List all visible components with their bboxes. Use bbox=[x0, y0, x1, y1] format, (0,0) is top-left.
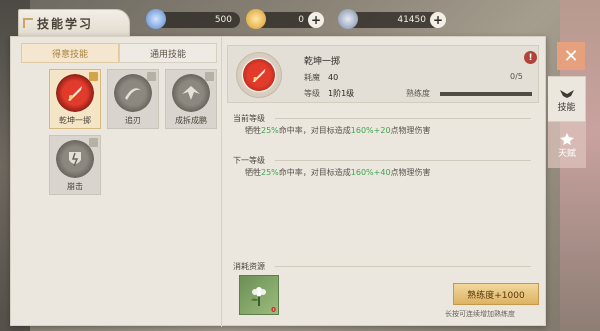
herb-item-slot[interactable]: 0 bbox=[239, 275, 279, 315]
tab-label: 通用技能 bbox=[149, 49, 186, 60]
window-title: 技能学习 bbox=[37, 16, 94, 31]
silver-value: 41450 bbox=[397, 15, 426, 25]
skill-list-area: 得意技能 通用技能 乾坤一掷 追刃 成拆成鹏 崩击 bbox=[21, 43, 217, 319]
skill-name: 乾坤一掷 bbox=[59, 116, 91, 125]
next-level-title: 下一等级 bbox=[233, 156, 265, 165]
side-tab-skills[interactable]: 技能 bbox=[548, 76, 586, 122]
proficiency-label: 熟练度 bbox=[406, 89, 430, 98]
panel-divider bbox=[221, 37, 222, 327]
cost-resources-title: 消耗资源 bbox=[233, 262, 265, 271]
skill-title: 乾坤一掷 bbox=[304, 57, 341, 67]
gold-value: 0 bbox=[298, 15, 304, 25]
skill-name: 成拆成鹏 bbox=[175, 116, 207, 125]
silver-counter: 41450 + bbox=[338, 9, 446, 29]
desc-text: 命中率，对目标造成 bbox=[278, 126, 351, 135]
desc-highlight: 160%+40 bbox=[350, 168, 391, 177]
desc-text: 点物理伤害 bbox=[390, 126, 431, 135]
section-divider bbox=[275, 160, 531, 161]
skill-badge bbox=[89, 138, 98, 147]
bird-crest-icon bbox=[559, 89, 574, 98]
side-tab-talent[interactable]: 天赋 bbox=[548, 122, 586, 168]
level-label: 等级 bbox=[304, 89, 320, 98]
info-alert-icon[interactable]: ! bbox=[524, 51, 537, 64]
diamond-icon bbox=[146, 9, 166, 29]
title-corner-decoration bbox=[23, 18, 33, 28]
proficiency-value: 0/5 bbox=[510, 72, 523, 81]
skill-card-qiankun[interactable]: 乾坤一掷 bbox=[49, 69, 101, 129]
skill-detail-area: 乾坤一掷 耗魔 40 等级 1阶1级 熟练度 0/5 ! 当前等级 牺牲25%命中率… bbox=[223, 43, 543, 321]
mana-cost-label: 耗魔 bbox=[304, 73, 320, 82]
current-level-title: 当前等级 bbox=[233, 114, 265, 123]
mana-cost-row: 耗魔 40 bbox=[304, 72, 338, 83]
close-button[interactable]: ✕ bbox=[557, 42, 585, 70]
diamond-counter: 500 bbox=[146, 9, 240, 29]
skill-name: 追刃 bbox=[125, 116, 141, 125]
desc-text: 牺牲 bbox=[245, 168, 261, 177]
next-level-description: 牺牲25%命中率，对目标造成160%+40点物理伤害 bbox=[245, 167, 431, 178]
skill-card-chengpeng[interactable]: 成拆成鹏 bbox=[165, 69, 217, 129]
add-proficiency-label: 熟练度+1000 bbox=[467, 290, 525, 301]
side-tab-label: 技能 bbox=[557, 102, 576, 113]
thrown-blade-skill-icon bbox=[236, 52, 282, 98]
tab-common-skills[interactable]: 通用技能 bbox=[119, 43, 217, 63]
long-press-hint: 长按可连续增加熟练度 bbox=[445, 310, 515, 318]
skill-badge bbox=[89, 72, 98, 81]
skill-grid: 乾坤一掷 追刃 成拆成鹏 崩击 bbox=[21, 63, 217, 195]
skill-badge bbox=[147, 72, 156, 81]
skill-card-zhuiren[interactable]: 追刃 bbox=[107, 69, 159, 129]
skill-panel: 得意技能 通用技能 乾坤一掷 追刃 成拆成鹏 崩击 乾坤一掷 耗魔 40 等级 … bbox=[10, 36, 546, 327]
skill-detail-header: 乾坤一掷 耗魔 40 等级 1阶1级 熟练度 0/5 ! bbox=[227, 45, 539, 103]
close-icon: ✕ bbox=[563, 45, 579, 67]
tab-label: 得意技能 bbox=[51, 49, 88, 60]
talent-crest-icon bbox=[560, 132, 574, 145]
desc-text: 点物理伤害 bbox=[390, 168, 431, 177]
skill-card-bengji[interactable]: 崩击 bbox=[49, 135, 101, 195]
level-row: 等级 1阶1级 bbox=[304, 88, 354, 99]
skill-badge bbox=[205, 72, 214, 81]
desc-highlight: 25% bbox=[261, 168, 279, 177]
add-silver-button[interactable]: + bbox=[430, 12, 446, 28]
desc-text: 命中率，对目标造成 bbox=[278, 168, 351, 177]
diamond-value: 500 bbox=[214, 15, 232, 25]
tab-signature-skills[interactable]: 得意技能 bbox=[21, 43, 119, 63]
desc-highlight: 25% bbox=[261, 126, 279, 135]
add-proficiency-button[interactable]: 熟练度+1000 bbox=[453, 283, 539, 305]
herb-item-count: 0 bbox=[271, 306, 276, 314]
gold-coin-icon bbox=[246, 9, 266, 29]
mana-cost-value: 40 bbox=[328, 73, 339, 82]
add-gold-button[interactable]: + bbox=[308, 12, 324, 28]
level-value: 1阶1级 bbox=[328, 89, 355, 98]
desc-highlight: 160%+20 bbox=[350, 126, 391, 135]
gold-counter: 0 + bbox=[246, 9, 324, 29]
window-title-tab: 技能学习 bbox=[18, 9, 130, 37]
current-level-description: 牺牲25%命中率，对目标造成160%+20点物理伤害 bbox=[245, 125, 431, 136]
section-divider bbox=[275, 266, 531, 267]
silver-coin-icon bbox=[338, 9, 358, 29]
proficiency-bar bbox=[440, 92, 532, 96]
herb-flower-icon bbox=[251, 287, 266, 306]
desc-text: 牺牲 bbox=[245, 126, 261, 135]
side-tab-label: 天赋 bbox=[557, 148, 576, 159]
section-divider bbox=[275, 118, 531, 119]
skill-category-tabs: 得意技能 通用技能 bbox=[21, 43, 217, 63]
skill-name: 崩击 bbox=[67, 182, 83, 191]
